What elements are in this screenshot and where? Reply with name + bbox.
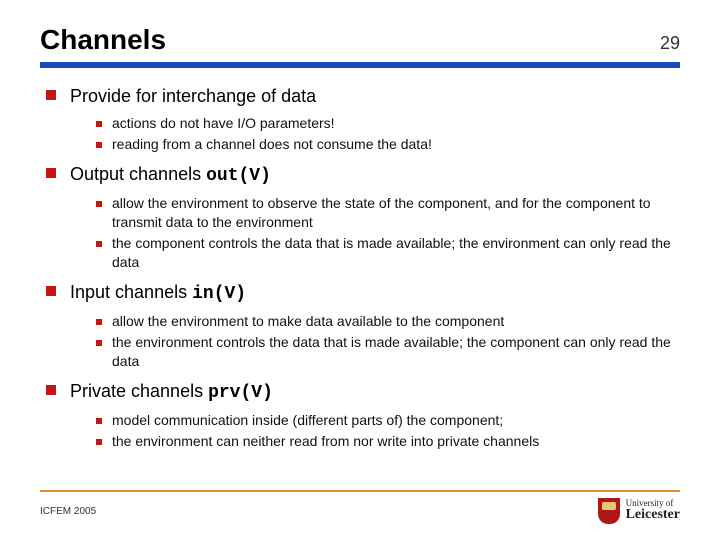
list-item: allow the environment to make data avail… xyxy=(40,312,680,331)
list-item: reading from a channel does not consume … xyxy=(40,135,680,154)
point-text: allow the environment to make data avail… xyxy=(112,312,504,331)
bullet-icon xyxy=(96,241,102,247)
list-item: actions do not have I/O parameters! xyxy=(40,114,680,133)
affiliation-logo: University of Leicester xyxy=(598,498,680,524)
point-text: actions do not have I/O parameters! xyxy=(112,114,335,133)
bullet-icon xyxy=(96,418,102,424)
heading-code: in(V) xyxy=(192,284,246,304)
footer-rule xyxy=(40,490,680,492)
slide-header: Channels 29 xyxy=(40,24,680,56)
point-text: model communication inside (different pa… xyxy=(112,411,503,430)
section-heading: Private channels prv(V) xyxy=(40,379,680,405)
heading-text: Input channels xyxy=(70,282,192,302)
title-rule xyxy=(40,62,680,68)
crest-icon xyxy=(598,498,620,524)
bullet-icon xyxy=(96,201,102,207)
point-text: reading from a channel does not consume … xyxy=(112,135,432,154)
bullet-icon xyxy=(46,286,56,296)
bullet-icon xyxy=(96,142,102,148)
heading-text: Private channels xyxy=(70,381,208,401)
section-heading: Provide for interchange of data xyxy=(40,84,680,108)
point-text: allow the environment to observe the sta… xyxy=(112,194,680,232)
page-number: 29 xyxy=(660,33,680,54)
point-text: the environment can neither read from no… xyxy=(112,432,539,451)
bullet-icon xyxy=(46,168,56,178)
list-item: model communication inside (different pa… xyxy=(40,411,680,430)
bullet-icon xyxy=(46,90,56,100)
heading-code: prv(V) xyxy=(208,383,273,403)
heading-code: out(V) xyxy=(206,166,271,186)
heading-text: Provide for interchange of data xyxy=(70,86,316,106)
point-text: the environment controls the data that i… xyxy=(112,333,680,371)
section-heading: Input channels in(V) xyxy=(40,280,680,306)
conference-label: ICFEM 2005 xyxy=(40,506,96,517)
page-title: Channels xyxy=(40,24,166,56)
heading-text: Output channels xyxy=(70,164,206,184)
bullet-icon xyxy=(96,319,102,325)
bullet-icon xyxy=(96,439,102,445)
list-item: the environment controls the data that i… xyxy=(40,333,680,371)
bullet-icon xyxy=(96,121,102,127)
point-text: the component controls the data that is … xyxy=(112,234,680,272)
slide: Channels 29 Provide for interchange of d… xyxy=(0,0,720,540)
bullet-icon xyxy=(96,340,102,346)
list-item: the component controls the data that is … xyxy=(40,234,680,272)
bullet-icon xyxy=(46,385,56,395)
slide-footer: ICFEM 2005 University of Leicester xyxy=(40,490,680,524)
affiliation-bottom: Leicester xyxy=(626,508,680,523)
slide-content: Provide for interchange of data actions … xyxy=(40,84,680,451)
section-heading: Output channels out(V) xyxy=(40,162,680,188)
list-item: allow the environment to observe the sta… xyxy=(40,194,680,232)
list-item: the environment can neither read from no… xyxy=(40,432,680,451)
